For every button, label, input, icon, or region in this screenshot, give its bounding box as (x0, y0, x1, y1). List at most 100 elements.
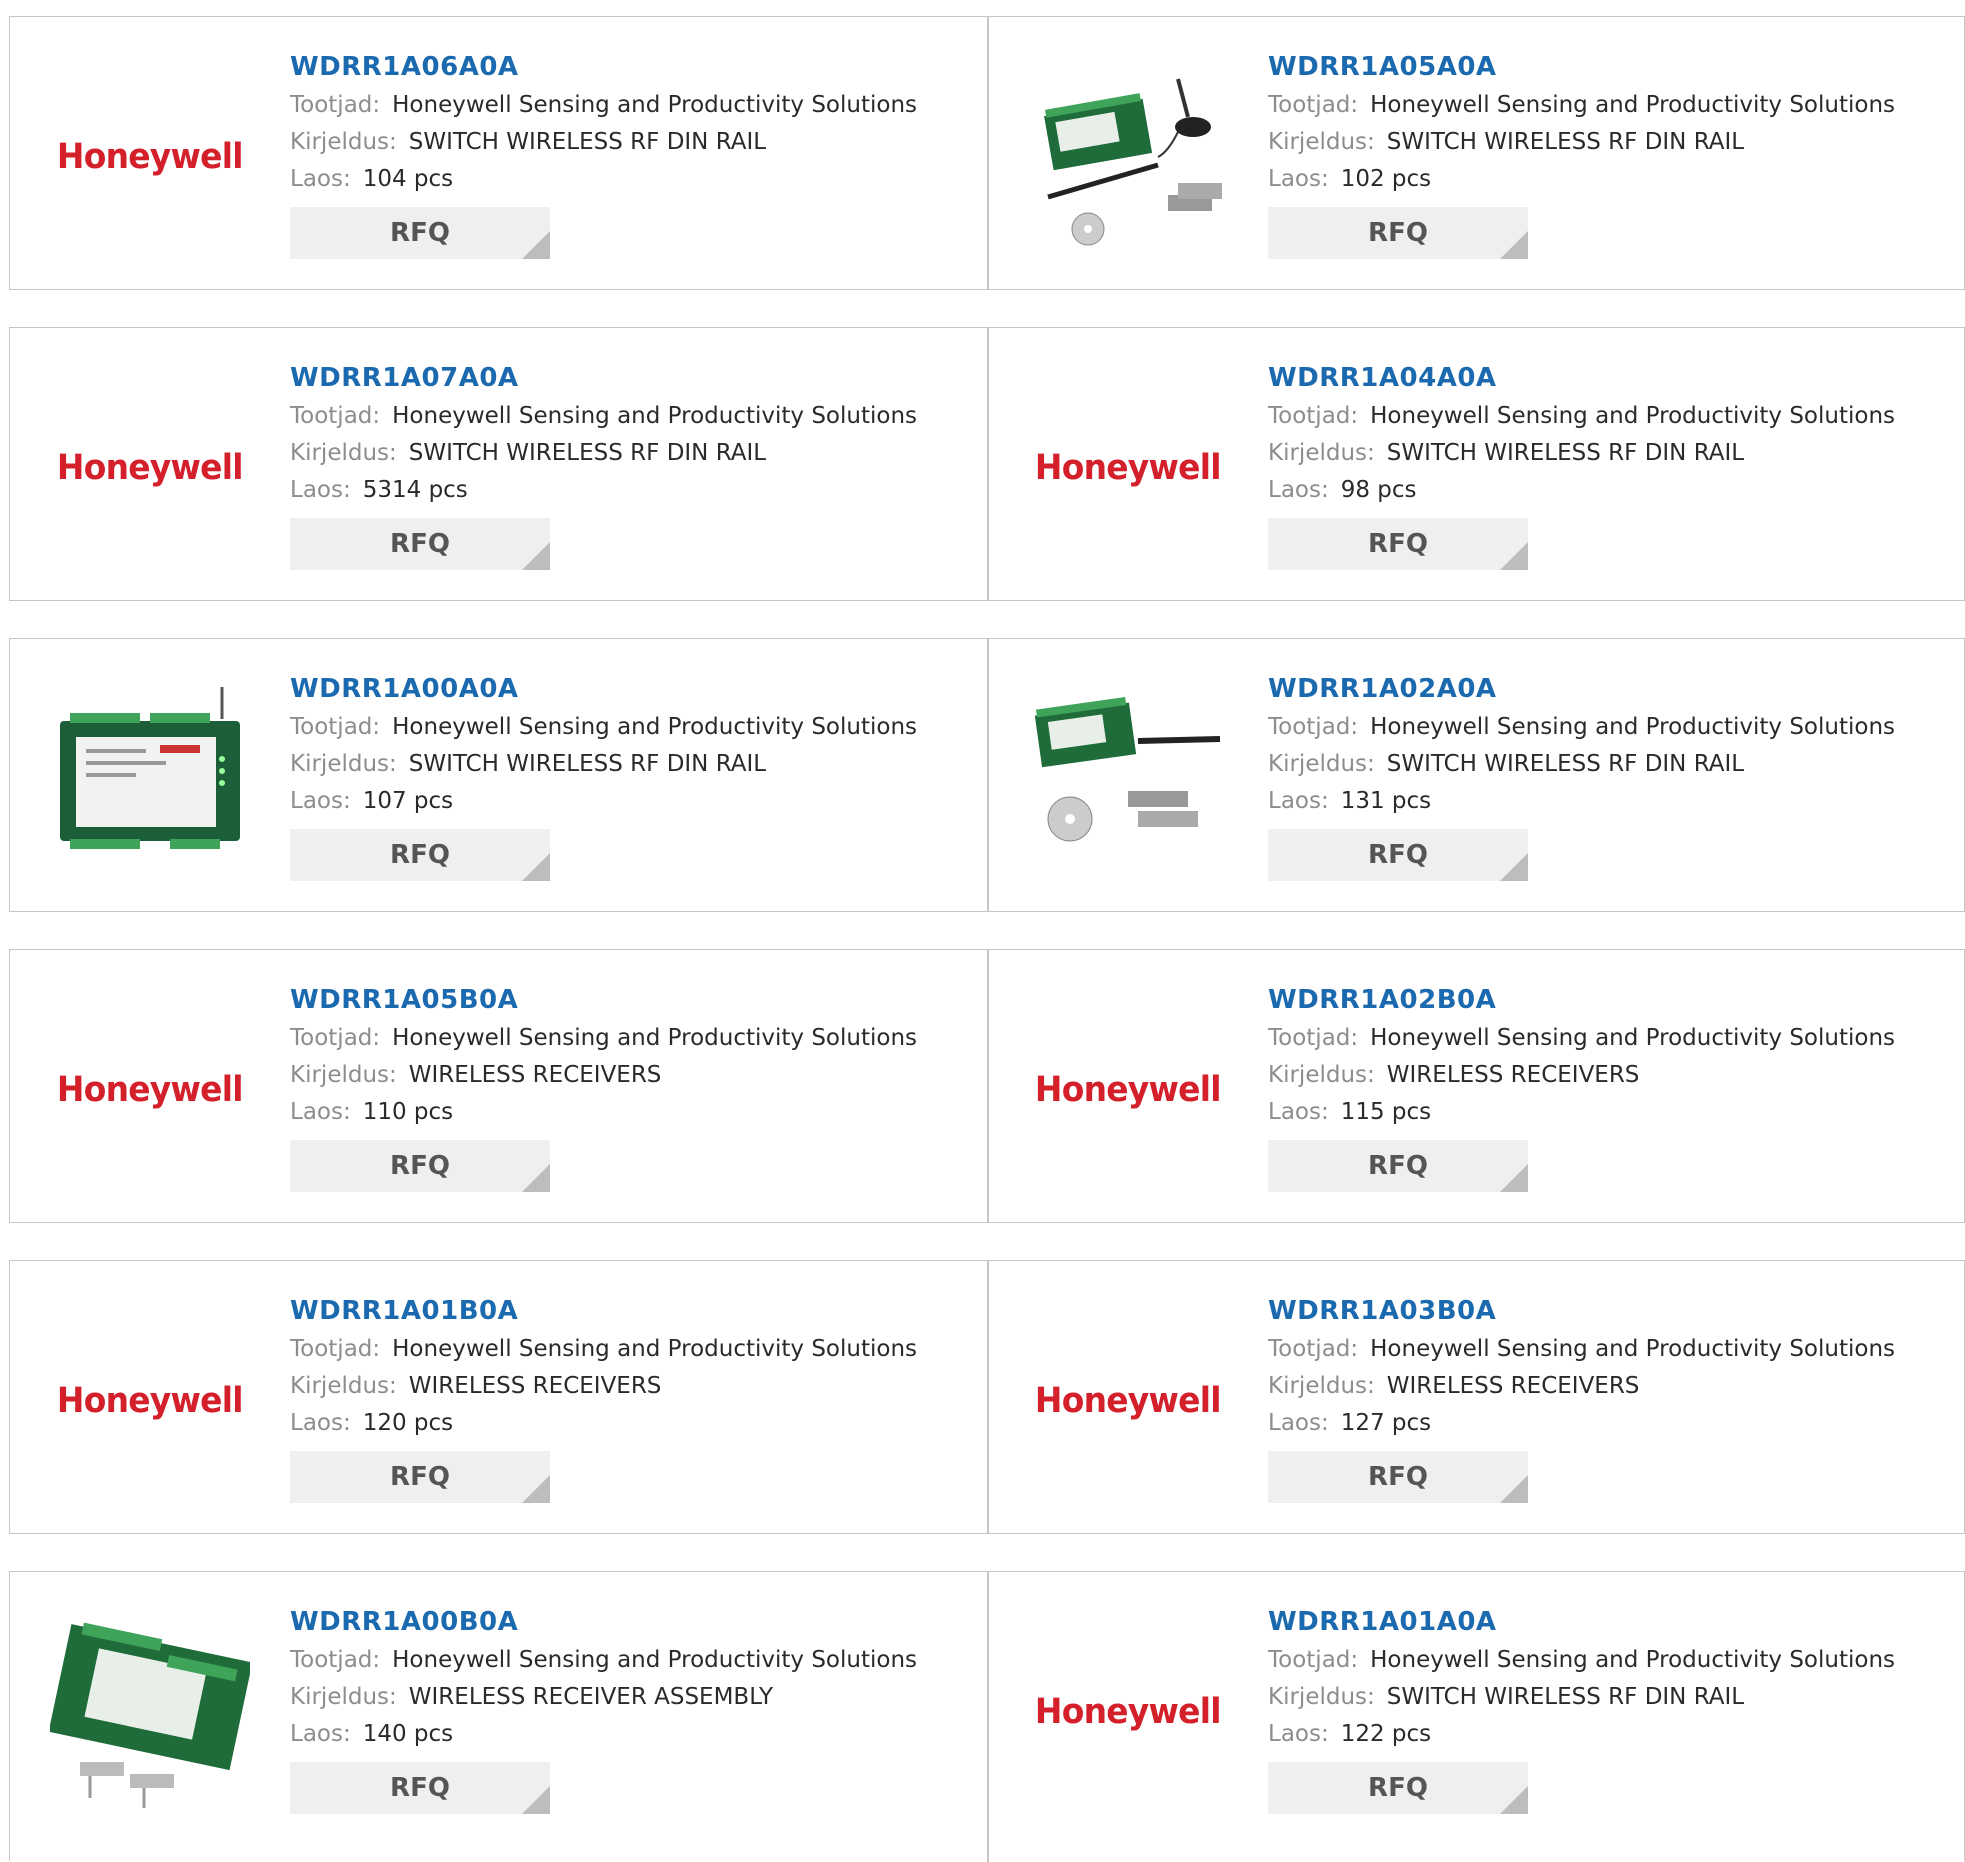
stock-line: Laos: 122 pcs (1268, 1716, 1928, 1753)
product-thumbnail[interactable]: Honeywell (1028, 990, 1228, 1190)
product-info: WDRR1A04A0A Tootjad: Honeywell Sensing an… (1268, 358, 1928, 570)
rfq-button[interactable]: RFQ (1268, 207, 1528, 259)
part-number-link[interactable]: WDRR1A01B0A (290, 1291, 950, 1331)
product-grid: Honeywell WDRR1A06A0A Tootjad: Honeywell … (0, 0, 1965, 1862)
manufacturer-label: Tootjad: (1268, 92, 1359, 118)
part-number-link[interactable]: WDRR1A00A0A (290, 669, 950, 709)
rfq-button[interactable]: RFQ (290, 829, 550, 881)
product-card: Honeywell WDRR1A02B0A Tootjad: Honeywell … (988, 950, 1965, 1222)
description-label: Kirjeldus: (1268, 1373, 1375, 1399)
manufacturer-label: Tootjad: (1268, 1647, 1359, 1673)
manufacturer-line: Tootjad: Honeywell Sensing and Productivi… (1268, 709, 1928, 746)
product-thumbnail[interactable] (1028, 57, 1228, 257)
manufacturer-value: Honeywell Sensing and Productivity Solut… (1370, 92, 1896, 118)
rfq-button[interactable]: RFQ (1268, 1451, 1528, 1503)
manufacturer-line: Tootjad: Honeywell Sensing and Productivi… (290, 1642, 950, 1679)
part-number-link[interactable]: WDRR1A03B0A (1268, 1291, 1928, 1331)
stock-value: 120 pcs (362, 1410, 454, 1436)
part-number-link[interactable]: WDRR1A07A0A (290, 358, 950, 398)
part-number-link[interactable]: WDRR1A05B0A (290, 980, 950, 1020)
manufacturer-label: Tootjad: (290, 1336, 381, 1362)
manufacturer-value: Honeywell Sensing and Productivity Solut… (392, 1336, 918, 1362)
description-line: Kirjeldus: WIRELESS RECEIVERS (290, 1368, 950, 1405)
product-row: Honeywell WDRR1A06A0A Tootjad: Honeywell … (9, 16, 1965, 290)
product-thumbnail[interactable]: Honeywell (50, 57, 250, 257)
rfq-button[interactable]: RFQ (290, 1140, 550, 1192)
product-thumbnail[interactable]: Honeywell (1028, 368, 1228, 568)
product-row: Honeywell WDRR1A07A0A Tootjad: Honeywell … (9, 327, 1965, 601)
part-number-link[interactable]: WDRR1A02B0A (1268, 980, 1928, 1020)
description-label: Kirjeldus: (1268, 751, 1375, 777)
product-thumbnail[interactable] (50, 679, 250, 879)
part-number-link[interactable]: WDRR1A01A0A (1268, 1602, 1928, 1642)
product-card: Honeywell WDRR1A06A0A Tootjad: Honeywell … (10, 17, 988, 289)
product-row: WDRR1A00B0A Tootjad: Honeywell Sensing an… (9, 1571, 1965, 1862)
rfq-button[interactable]: RFQ (290, 1451, 550, 1503)
part-number-link[interactable]: WDRR1A04A0A (1268, 358, 1928, 398)
manufacturer-value: Honeywell Sensing and Productivity Solut… (392, 1025, 918, 1051)
manufacturer-value: Honeywell Sensing and Productivity Solut… (392, 714, 918, 740)
honeywell-logo: Honeywell (1035, 448, 1222, 488)
manufacturer-label: Tootjad: (290, 714, 381, 740)
product-info: WDRR1A00B0A Tootjad: Honeywell Sensing an… (290, 1602, 950, 1814)
product-thumbnail[interactable]: Honeywell (50, 1301, 250, 1501)
manufacturer-label: Tootjad: (1268, 1025, 1359, 1051)
manufacturer-line: Tootjad: Honeywell Sensing and Productivi… (290, 1020, 950, 1057)
product-thumbnail[interactable]: Honeywell (50, 990, 250, 1190)
manufacturer-value: Honeywell Sensing and Productivity Solut… (1370, 1025, 1896, 1051)
manufacturer-value: Honeywell Sensing and Productivity Solut… (392, 92, 918, 118)
rfq-button[interactable]: RFQ (1268, 518, 1528, 570)
rfq-button[interactable]: RFQ (1268, 829, 1528, 881)
stock-value: 98 pcs (1340, 477, 1417, 503)
stock-label: Laos: (1268, 477, 1329, 503)
honeywell-logo: Honeywell (57, 448, 244, 488)
stock-line: Laos: 107 pcs (290, 783, 950, 820)
product-thumbnail[interactable] (50, 1612, 250, 1812)
description-value: SWITCH WIRELESS RF DIN RAIL (408, 440, 767, 466)
honeywell-logo: Honeywell (1035, 1070, 1222, 1110)
stock-value: 102 pcs (1340, 166, 1432, 192)
product-info: WDRR1A00A0A Tootjad: Honeywell Sensing an… (290, 669, 950, 881)
rfq-button[interactable]: RFQ (290, 207, 550, 259)
rfq-button[interactable]: RFQ (290, 1762, 550, 1814)
product-info: WDRR1A02B0A Tootjad: Honeywell Sensing an… (1268, 980, 1928, 1192)
description-value: SWITCH WIRELESS RF DIN RAIL (1386, 440, 1745, 466)
stock-line: Laos: 104 pcs (290, 161, 950, 198)
product-thumbnail[interactable]: Honeywell (50, 368, 250, 568)
description-line: Kirjeldus: WIRELESS RECEIVERS (1268, 1368, 1928, 1405)
product-card: WDRR1A05A0A Tootjad: Honeywell Sensing an… (988, 17, 1965, 289)
part-number-link[interactable]: WDRR1A00B0A (290, 1602, 950, 1642)
rfq-button[interactable]: RFQ (290, 518, 550, 570)
product-thumbnail[interactable] (1028, 679, 1228, 879)
receiver-kit-image (1034, 697, 1221, 842)
product-card: WDRR1A02A0A Tootjad: Honeywell Sensing an… (988, 639, 1965, 911)
product-info: WDRR1A03B0A Tootjad: Honeywell Sensing an… (1268, 1291, 1928, 1503)
stock-line: Laos: 127 pcs (1268, 1405, 1928, 1442)
stock-value: 140 pcs (362, 1721, 454, 1747)
description-value: WIRELESS RECEIVERS (1386, 1373, 1640, 1399)
stock-line: Laos: 98 pcs (1268, 472, 1928, 509)
manufacturer-line: Tootjad: Honeywell Sensing and Productivi… (290, 1331, 950, 1368)
product-card: Honeywell WDRR1A01B0A Tootjad: Honeywell … (10, 1261, 988, 1533)
manufacturer-label: Tootjad: (1268, 1336, 1359, 1362)
part-number-link[interactable]: WDRR1A05A0A (1268, 47, 1928, 87)
product-thumbnail[interactable]: Honeywell (1028, 1612, 1228, 1812)
description-value: SWITCH WIRELESS RF DIN RAIL (1386, 751, 1745, 777)
rfq-button[interactable]: RFQ (1268, 1762, 1528, 1814)
honeywell-logo: Honeywell (57, 1381, 244, 1421)
description-line: Kirjeldus: SWITCH WIRELESS RF DIN RAIL (1268, 746, 1928, 783)
product-info: WDRR1A01B0A Tootjad: Honeywell Sensing an… (290, 1291, 950, 1503)
stock-label: Laos: (290, 788, 351, 814)
product-info: WDRR1A06A0A Tootjad: Honeywell Sensing an… (290, 47, 950, 259)
stock-value: 127 pcs (1340, 1410, 1432, 1436)
product-card: Honeywell WDRR1A01A0A Tootjad: Honeywell … (988, 1572, 1965, 1861)
part-number-link[interactable]: WDRR1A02A0A (1268, 669, 1928, 709)
stock-label: Laos: (1268, 1721, 1329, 1747)
stock-value: 115 pcs (1340, 1099, 1432, 1125)
honeywell-logo: Honeywell (1035, 1692, 1222, 1732)
manufacturer-label: Tootjad: (290, 403, 381, 429)
part-number-link[interactable]: WDRR1A06A0A (290, 47, 950, 87)
product-thumbnail[interactable]: Honeywell (1028, 1301, 1228, 1501)
rfq-button[interactable]: RFQ (1268, 1140, 1528, 1192)
description-line: Kirjeldus: SWITCH WIRELESS RF DIN RAIL (290, 746, 950, 783)
